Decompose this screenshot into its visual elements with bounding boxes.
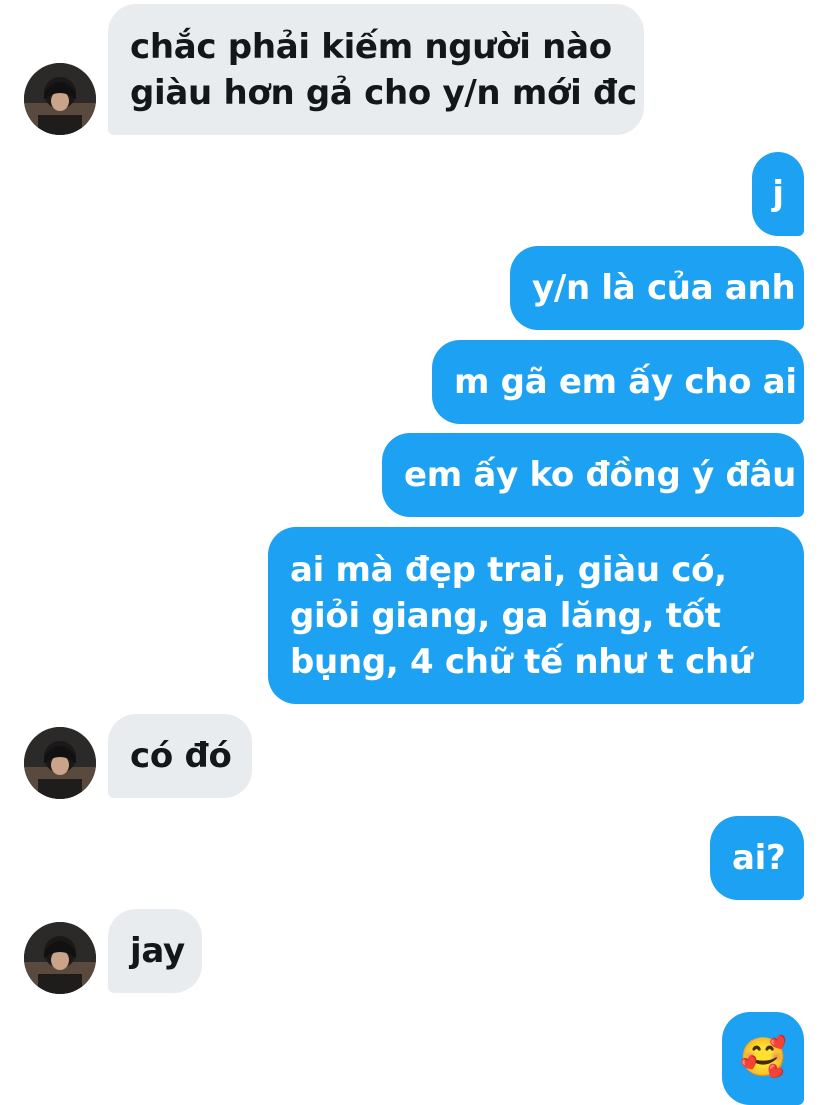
avatar-photo-icon: [24, 63, 96, 135]
message-text-line: ai mà đẹp trai, giàu có,: [290, 550, 727, 590]
message-bubble-outgoing[interactable]: m gã em ấy cho ai: [432, 340, 804, 424]
message-text: có đó: [130, 736, 232, 776]
avatar-photo-icon: [24, 922, 96, 994]
message-text: em ấy ko đồng ý đâu: [404, 455, 797, 495]
message-bubble-incoming[interactable]: jay: [108, 909, 202, 993]
smiling-face-with-hearts-icon: 🥰: [739, 1035, 787, 1079]
message-text-line: giàu hơn gả cho y/n mới đc: [130, 73, 637, 113]
message-text-line: bụng, 4 chữ tế như t chứ: [290, 642, 753, 682]
message-text: ai?: [732, 838, 786, 878]
message-bubble-incoming[interactable]: có đó: [108, 714, 252, 798]
avatar[interactable]: [24, 63, 96, 135]
message-bubble-outgoing[interactable]: j: [752, 152, 804, 236]
message-text: j: [772, 174, 784, 214]
message-text-line: chắc phải kiếm người nào: [130, 27, 612, 67]
avatar[interactable]: [24, 727, 96, 799]
message-text-line: giỏi giang, ga lăng, tốt: [290, 596, 721, 636]
message-text: m gã em ấy cho ai: [454, 362, 797, 402]
avatar-photo-icon: [24, 727, 96, 799]
message-bubble-outgoing[interactable]: y/n là của anh: [510, 246, 804, 330]
message-bubble-incoming[interactable]: chắc phải kiếm người nào giàu hơn gả cho…: [108, 4, 644, 135]
message-bubble-outgoing[interactable]: 🥰: [722, 1012, 804, 1105]
message-bubble-outgoing[interactable]: ai mà đẹp trai, giàu có, giỏi giang, ga …: [268, 527, 804, 704]
message-bubble-outgoing[interactable]: em ấy ko đồng ý đâu: [382, 433, 804, 517]
avatar[interactable]: [24, 922, 96, 994]
message-text: y/n là của anh: [532, 268, 796, 308]
message-bubble-outgoing[interactable]: ai?: [710, 816, 804, 900]
message-text: jay: [130, 931, 185, 971]
